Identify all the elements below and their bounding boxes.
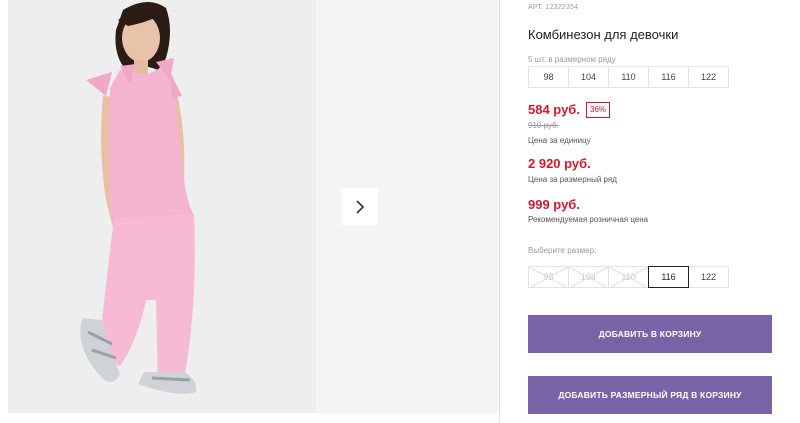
- recommended-price: 999 руб.: [528, 197, 580, 212]
- size-option-116[interactable]: 116: [648, 266, 689, 288]
- size-row-item: 122: [688, 66, 729, 88]
- add-to-cart-button[interactable]: ДОБАВИТЬ В КОРЗИНУ: [528, 315, 772, 353]
- size-option-122[interactable]: 122: [688, 266, 729, 288]
- size-row-note: 5 шт. в размерном ряду: [528, 55, 616, 64]
- size-row-item: 98: [528, 66, 569, 88]
- size-option-110: 110: [608, 266, 649, 288]
- chevron-right-icon: [355, 199, 364, 214]
- size-row-list: 98 104 110 116 122: [528, 66, 729, 88]
- product-photo[interactable]: [8, 0, 316, 413]
- gallery-next-button[interactable]: [341, 188, 378, 225]
- size-option-104: 104: [568, 266, 609, 288]
- row-price-note: Цена за размерный ряд: [528, 175, 617, 184]
- size-row-item: 104: [568, 66, 609, 88]
- girl-in-pink-jumpsuit-image: [8, 0, 316, 413]
- unit-price-note: Цена за единицу: [528, 136, 591, 145]
- row-price: 2 920 руб.: [528, 156, 591, 171]
- size-selector: 98 104 110 116 122: [528, 266, 729, 288]
- panel-divider: [499, 0, 500, 423]
- discount-badge: 36%: [586, 102, 611, 118]
- unit-price: 584 руб.: [528, 102, 580, 117]
- size-row-item: 116: [648, 66, 689, 88]
- product-gallery: [8, 0, 499, 413]
- size-option-98: 98: [528, 266, 569, 288]
- product-sku: АРТ. 12322354: [528, 4, 579, 11]
- recommended-price-note: Рекомендуемая розничная цена: [528, 215, 649, 224]
- product-title: Комбинезон для девочки: [528, 27, 679, 42]
- old-price: 910 руб.: [528, 121, 559, 130]
- add-size-row-to-cart-button[interactable]: ДОБАВИТЬ РАЗМЕРНЫЙ РЯД В КОРЗИНУ: [528, 376, 772, 414]
- size-row-item: 110: [608, 66, 649, 88]
- size-select-label: Выберите размер:: [528, 246, 597, 255]
